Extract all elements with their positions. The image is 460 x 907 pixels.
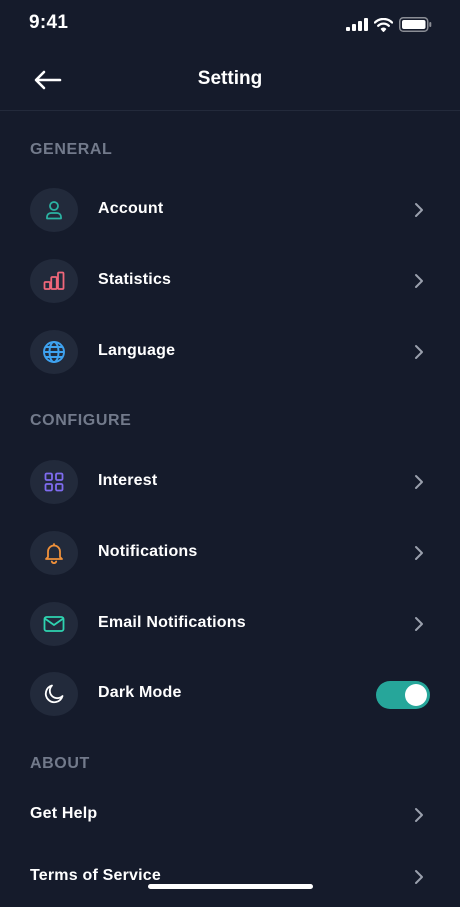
settings-item-label: Email Notifications: [98, 614, 246, 631]
dark-mode-icon-container: [30, 672, 78, 716]
settings-item-account[interactable]: Account: [0, 180, 460, 240]
settings-item-language[interactable]: Language: [0, 322, 460, 382]
chevron-right-icon: [415, 808, 423, 822]
grid-icon: [44, 472, 64, 492]
chevron-right-icon: [415, 203, 423, 217]
language-icon-container: [30, 330, 78, 374]
settings-item-label: Interest: [98, 472, 158, 489]
settings-item-interest[interactable]: Interest: [0, 452, 460, 512]
section-title-general: GENERAL: [30, 141, 113, 158]
section-title-about: ABOUT: [30, 755, 90, 772]
battery-icon: [399, 17, 432, 32]
settings-item-statistics[interactable]: Statistics: [0, 251, 460, 311]
chevron-right-icon: [415, 546, 423, 560]
status-icons: [346, 17, 432, 32]
account-icon-container: [30, 188, 78, 232]
toggle-knob: [405, 684, 427, 706]
settings-item-terms-of-service[interactable]: Terms of Service: [0, 847, 460, 907]
moon-icon: [44, 684, 64, 704]
cellular-signal-icon: [346, 18, 368, 31]
settings-item-label: Dark Mode: [98, 684, 182, 701]
home-indicator: [148, 884, 313, 889]
wifi-icon: [374, 17, 393, 32]
settings-item-get-help[interactable]: Get Help: [0, 785, 460, 845]
mail-icon: [43, 616, 65, 632]
notifications-icon-container: [30, 531, 78, 575]
settings-item-email-notifications[interactable]: Email Notifications: [0, 594, 460, 654]
dark-mode-toggle[interactable]: [376, 681, 430, 709]
settings-item-label: Get Help: [30, 805, 98, 822]
header: Setting: [0, 50, 460, 111]
chevron-right-icon: [415, 617, 423, 631]
statistics-icon-container: [30, 259, 78, 303]
settings-item-label: Account: [98, 200, 164, 217]
globe-icon: [43, 341, 65, 363]
chevron-right-icon: [415, 870, 423, 884]
status-time: 9:41: [29, 12, 69, 33]
page-title: Setting: [197, 68, 263, 89]
settings-item-dark-mode: Dark Mode: [0, 664, 460, 724]
email-icon-container: [30, 602, 78, 646]
interest-icon-container: [30, 460, 78, 504]
bar-chart-icon: [43, 271, 65, 290]
chevron-right-icon: [415, 345, 423, 359]
user-icon: [46, 201, 62, 220]
status-bar: 9:41: [0, 0, 460, 50]
section-title-configure: CONFIGURE: [30, 412, 132, 429]
settings-item-label: Statistics: [98, 271, 172, 288]
chevron-right-icon: [415, 475, 423, 489]
settings-item-label: Terms of Service: [30, 867, 161, 884]
settings-item-label: Notifications: [98, 543, 198, 560]
bell-icon: [45, 543, 63, 564]
settings-item-label: Language: [98, 342, 176, 359]
settings-item-notifications[interactable]: Notifications: [0, 523, 460, 583]
chevron-right-icon: [415, 274, 423, 288]
